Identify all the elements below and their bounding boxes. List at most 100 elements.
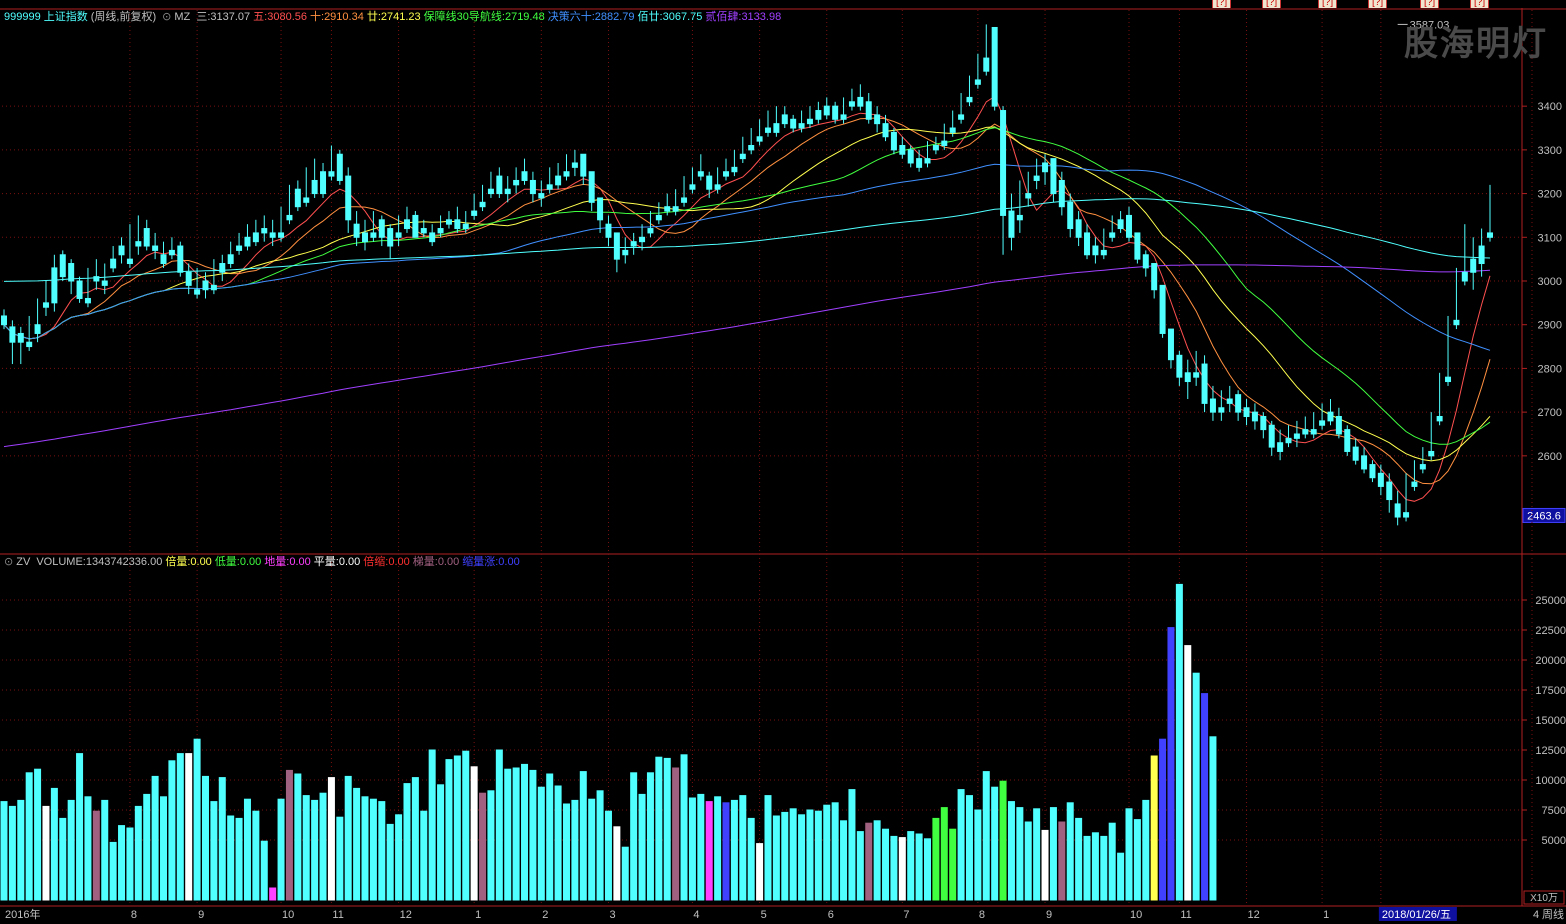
candle-down xyxy=(597,197,604,221)
candle-down xyxy=(798,123,805,129)
volume-bar xyxy=(369,798,377,901)
candle-down xyxy=(899,145,906,155)
volume-tick-label: 22500 xyxy=(1535,625,1566,637)
candle-down xyxy=(580,153,587,177)
ma-line-保障线30导航线 xyxy=(3,127,1491,445)
candle-down xyxy=(924,158,931,164)
volume-bar xyxy=(940,807,948,901)
volume-bar xyxy=(168,760,176,901)
candle-down xyxy=(84,297,91,304)
toolbar-button-2[interactable]: [?] xyxy=(1318,0,1338,8)
volume-indicator-name[interactable]: ZV xyxy=(16,556,30,568)
volume-bar xyxy=(420,810,428,901)
time-axis-label: 4 xyxy=(693,909,699,921)
volume-bar xyxy=(705,801,713,901)
watermark: 股海明灯 xyxy=(1404,24,1548,64)
candle-down xyxy=(1235,394,1242,413)
candle-down xyxy=(865,101,872,120)
toolbar-button-4[interactable]: [?] xyxy=(1420,0,1440,8)
volume-bar xyxy=(630,772,638,901)
volume-bar xyxy=(445,759,453,901)
volume-bar xyxy=(218,777,226,901)
candle-down xyxy=(832,105,839,120)
volume-bar xyxy=(378,801,386,901)
candle-down xyxy=(1100,249,1107,256)
candle-down xyxy=(1184,372,1191,383)
volume-bar xyxy=(243,798,251,901)
volume-bar xyxy=(932,817,940,901)
volume-bar xyxy=(1142,799,1150,901)
candle-down xyxy=(806,118,813,125)
volume-bar xyxy=(1150,755,1158,901)
candle-down xyxy=(672,206,679,212)
candle-down xyxy=(706,175,713,190)
vol-label-3: 地量: xyxy=(264,556,290,568)
volume-bar xyxy=(185,753,193,901)
vol-value-1: 0.00 xyxy=(190,556,212,568)
indicator-name[interactable]: MZ xyxy=(174,11,190,23)
volume-bar xyxy=(395,814,403,901)
stock-chart[interactable]: 2600270028002900300031003200330034002463… xyxy=(0,0,1566,924)
volume-tick-label: 12500 xyxy=(1535,745,1566,757)
volume-bar xyxy=(252,810,260,901)
candle-down xyxy=(168,249,175,256)
ma-value-0: 3137.07 xyxy=(210,11,251,23)
candle-down xyxy=(320,171,327,195)
volume-values: VOLUME:1343742336.00 倍量:0.00 低量:0.00 地量:0.0… xyxy=(36,556,522,568)
volume-bar xyxy=(277,798,285,901)
candle-down xyxy=(126,258,133,265)
volume-bar xyxy=(882,828,890,901)
candle-down xyxy=(1419,464,1426,470)
ma-value-7: 3133.98 xyxy=(741,11,782,23)
volume-bar xyxy=(856,831,864,901)
candle-down xyxy=(1075,219,1082,238)
candle-down xyxy=(756,136,763,142)
candle-down xyxy=(345,175,352,221)
volume-bar xyxy=(747,817,755,901)
time-axis-label: 8 xyxy=(979,909,985,921)
time-axis-label: 10 xyxy=(282,909,294,921)
volume-bar xyxy=(756,843,764,901)
volume-bar xyxy=(504,768,512,901)
candle-down xyxy=(815,110,822,120)
candle-down xyxy=(630,241,637,247)
candle-down xyxy=(76,280,83,299)
candle-down xyxy=(1377,472,1384,487)
price-legend: 999999 上证指数 (周线,前复权) ⊙ MZ 三:3137.07 五:3080.5… xyxy=(4,11,787,24)
candle-down xyxy=(1277,442,1284,452)
candle-down xyxy=(437,228,444,234)
candle-down xyxy=(1209,398,1216,413)
time-axis-label: 8 xyxy=(131,909,137,921)
volume-bar xyxy=(982,771,990,901)
candle-down xyxy=(26,341,33,348)
candle-down xyxy=(882,123,889,138)
volume-bar xyxy=(831,802,839,901)
toolbar-button-5[interactable]: [?] xyxy=(1470,0,1490,8)
volume-bar xyxy=(227,815,235,901)
toolbar-button-0[interactable]: [?] xyxy=(1212,0,1232,8)
candle-down xyxy=(1411,481,1418,487)
volume-bar xyxy=(1041,829,1049,901)
volume-bar xyxy=(1049,807,1057,901)
candle-down xyxy=(479,201,486,208)
candle-down xyxy=(387,228,394,247)
candle-down xyxy=(93,276,100,282)
candle-down xyxy=(269,232,276,238)
candle-down xyxy=(571,162,578,168)
ma-line-廿 xyxy=(3,126,1491,462)
price-tick-label: 3100 xyxy=(1538,232,1562,244)
time-axis-label: 1 xyxy=(1323,909,1329,921)
candle-down xyxy=(857,96,864,107)
volume-bar xyxy=(1133,819,1141,901)
toolbar-button-3[interactable]: [?] xyxy=(1368,0,1388,8)
time-axis-label: 11 xyxy=(332,909,343,921)
volume-bar xyxy=(1066,802,1074,901)
candle-down xyxy=(958,114,965,120)
candle-down xyxy=(1310,429,1317,435)
vol-label-7: 缩量涨: xyxy=(462,556,499,568)
settings-icon[interactable]: ⊙ xyxy=(4,556,13,568)
candle-down xyxy=(504,188,511,195)
toolbar-button-1[interactable]: [?] xyxy=(1262,0,1282,8)
vol-value-6: 0.00 xyxy=(437,556,460,568)
settings-icon[interactable]: ⊙ xyxy=(162,11,171,23)
